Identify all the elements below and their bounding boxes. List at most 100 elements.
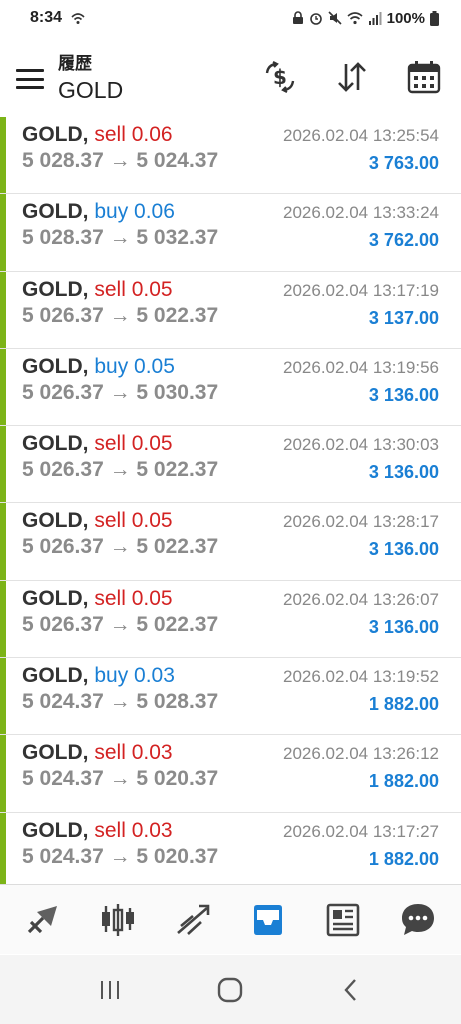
calendar-icon[interactable] [405,58,443,96]
trade-profit: 1 882.00 [368,694,439,715]
trade-profit: 1 882.00 [368,771,439,792]
trade-row[interactable]: GOLD, sell 0.06 2026.02.04 13:25:54 5 02… [0,117,461,195]
status-left: 8:34 [30,9,86,27]
trade-symbol: GOLD, [22,664,89,688]
trade-profit: 3 136.00 [368,462,439,483]
status-time: 8:34 [30,9,63,26]
menu-icon[interactable] [16,69,44,89]
system-nav-bar [0,955,461,1024]
back-icon[interactable] [331,970,371,1010]
quotes-icon[interactable] [21,898,65,942]
trade-symbol: GOLD, [22,432,89,456]
trade-title: GOLD, buy 0.05 [22,355,175,379]
trade-title: GOLD, sell 0.05 [22,278,173,302]
row-accent-bar [0,735,6,812]
svg-text:$: $ [273,65,287,89]
trade-action: sell 0.05 [94,432,173,456]
page-title: GOLD [58,77,124,103]
trade-time: 2026.02.04 13:17:19 [283,280,439,300]
row-accent-bar [0,194,6,271]
trade-action: buy 0.05 [94,354,175,378]
trade-profit: 3 762.00 [368,230,439,251]
recent-apps-icon[interactable] [90,970,130,1010]
history-icon[interactable] [246,898,290,942]
trade-symbol: GOLD, [22,586,89,610]
trade-action: sell 0.05 [94,586,173,610]
currency-exchange-icon[interactable]: $ [261,58,299,96]
trade-time: 2026.02.04 13:33:24 [283,203,439,223]
trade-time: 2026.02.04 13:25:54 [283,126,439,145]
trade-row[interactable]: GOLD, sell 0.03 2026.02.04 13:26:12 5 02… [0,735,461,813]
trade-time: 2026.02.04 13:30:03 [283,435,439,455]
trade-time: 2026.02.04 13:17:27 [283,821,439,841]
trade-profit: 3 136.00 [368,616,439,637]
trade-symbol: GOLD, [22,123,89,146]
trade-row[interactable]: GOLD, buy 0.05 2026.02.04 13:19:56 5 026… [0,348,461,427]
trade-profit: 3 136.00 [368,539,439,560]
trade-action: sell 0.03 [94,741,173,765]
trade-prices: 5 026.37 → 5 022.37 [22,535,219,559]
trade-profit: 1 882.00 [368,848,439,869]
status-right: 100% [292,10,439,27]
alarm-icon [309,13,322,25]
trade-time: 2026.02.04 13:19:56 [283,357,439,377]
trade-action: sell 0.03 [94,818,173,842]
trade-profit: 3 137.00 [368,307,439,328]
chart-icon[interactable] [96,898,140,942]
row-accent-bar [0,117,6,194]
trade-icon[interactable] [171,898,215,942]
trade-row[interactable]: GOLD, buy 0.06 2026.02.04 13:33:24 5 028… [0,194,461,272]
trade-time: 2026.02.04 13:26:07 [283,589,439,609]
row-accent-bar [0,271,6,348]
news-icon[interactable] [321,898,365,942]
trade-title: GOLD, sell 0.03 [22,819,173,843]
trade-symbol: GOLD, [22,200,89,224]
trade-title: GOLD, sell 0.05 [22,509,173,533]
trade-row[interactable]: GOLD, sell 0.05 2026.02.04 13:30:03 5 02… [0,426,461,504]
home-icon[interactable] [210,970,250,1010]
trade-title: GOLD, sell 0.05 [22,587,173,611]
mute-icon [328,11,342,25]
trade-history-list: GOLD, sell 0.06 2026.02.04 13:25:54 5 02… [0,117,461,890]
trade-prices: 5 024.37 → 5 020.37 [22,767,219,791]
trade-row[interactable]: GOLD, sell 0.03 2026.02.04 13:17:27 5 02… [0,812,461,890]
trade-profit: 3 763.00 [368,153,439,173]
trade-time: 2026.02.04 13:19:52 [283,667,439,687]
trade-action: buy 0.03 [94,664,175,688]
trade-symbol: GOLD, [22,354,89,378]
row-accent-bar [0,580,6,658]
trade-action: sell 0.06 [94,123,173,146]
trade-action: sell 0.05 [94,277,173,301]
row-accent-bar [0,348,6,426]
page-subtitle: 履歴 [58,54,92,73]
trade-row[interactable]: GOLD, sell 0.05 2026.02.04 13:17:19 5 02… [0,271,461,349]
trade-symbol: GOLD, [22,741,89,765]
status-bar: 8:34 100% [0,0,461,36]
header-actions: $ [261,58,443,96]
sort-icon[interactable] [333,58,371,96]
trade-prices: 5 028.37 → 5 024.37 [22,149,219,172]
trade-title: GOLD, buy 0.06 [22,200,175,224]
chat-icon[interactable] [396,898,440,942]
trade-symbol: GOLD, [22,277,89,301]
trade-prices: 5 024.37 → 5 028.37 [22,690,219,714]
row-accent-bar [0,426,6,503]
app-header: 履歴 GOLD $ [0,44,461,114]
wifi-icon [347,12,363,25]
trade-profit: 3 136.00 [368,384,439,405]
trade-prices: 5 026.37 → 5 022.37 [22,612,219,636]
lock-icon [292,11,303,24]
trade-prices: 5 024.37 → 5 020.37 [22,844,219,868]
trade-action: buy 0.06 [94,200,175,224]
row-accent-bar [0,658,6,735]
trade-time: 2026.02.04 13:26:12 [283,744,439,764]
row-accent-bar [0,812,6,889]
trade-time: 2026.02.04 13:28:17 [283,512,439,532]
wifi-call-icon [71,13,85,24]
trade-symbol: GOLD, [22,818,89,842]
trade-row[interactable]: GOLD, buy 0.03 2026.02.04 13:19:52 5 024… [0,658,461,736]
header-titles: 履歴 GOLD [58,54,123,104]
trade-row[interactable]: GOLD, sell 0.05 2026.02.04 13:26:07 5 02… [0,580,461,659]
trade-row[interactable]: GOLD, sell 0.05 2026.02.04 13:28:17 5 02… [0,503,461,581]
row-accent-bar [0,503,6,580]
